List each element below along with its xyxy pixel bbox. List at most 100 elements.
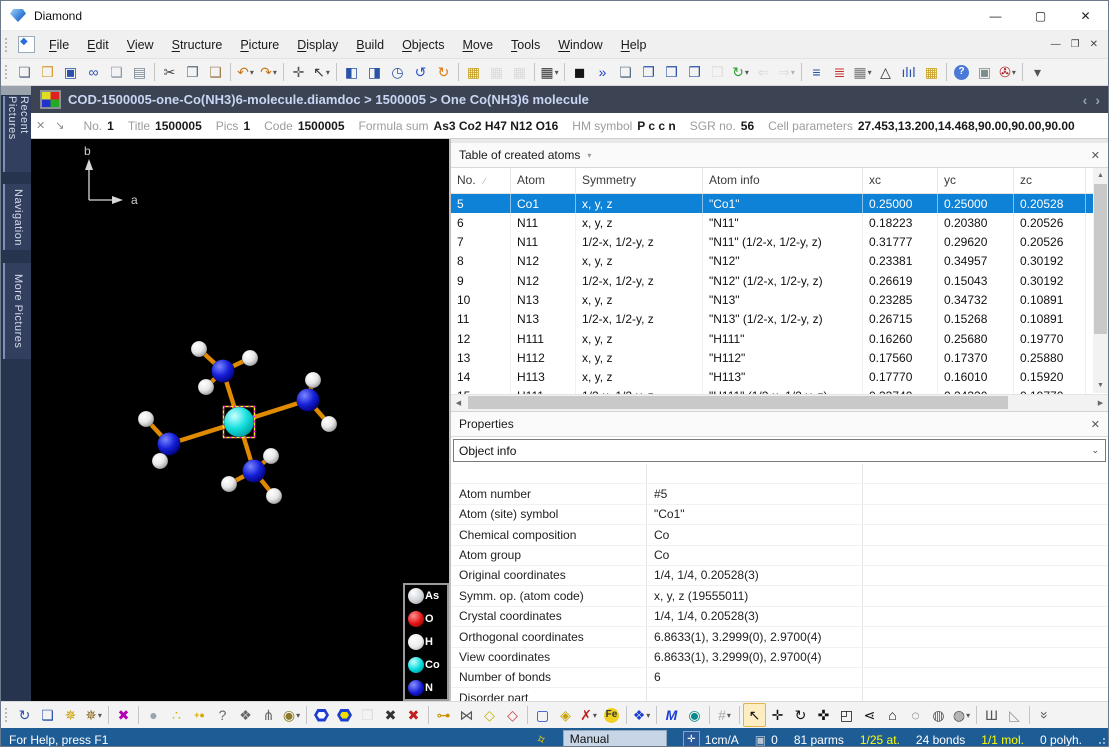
atom-H[interactable] (266, 488, 282, 504)
scroll-left-icon[interactable]: ◀ (451, 395, 466, 410)
atom-H[interactable] (138, 411, 154, 427)
menu-picture[interactable]: Picture (231, 32, 288, 58)
atom-N[interactable] (212, 360, 235, 383)
column-header-atom[interactable]: Atom (511, 168, 576, 193)
polyhedron-fill-button[interactable] (333, 703, 356, 727)
unit-cell-button[interactable]: ▢ (531, 703, 554, 727)
packing-button-dropdown-icon[interactable]: ▾ (646, 711, 650, 720)
add-all-atoms-button[interactable]: ∴ (165, 703, 188, 727)
close-info-icon[interactable]: ✕ (36, 119, 45, 132)
new-structure-table-button[interactable]: ▦ (462, 60, 485, 84)
spin-mode-button[interactable]: ◌ (904, 703, 927, 727)
video-record-button[interactable]: ✇▾ (996, 60, 1019, 84)
structure-viewport[interactable]: b a AsOHCoN (31, 139, 449, 701)
destroy-polyhedra-button[interactable]: ✖ (402, 703, 425, 727)
property-row[interactable]: Orthogonal coordinates6.8633(1), 3.2999(… (451, 627, 1108, 647)
pan-tool-button[interactable]: ✛ (287, 60, 310, 84)
snapshot-camera-button[interactable]: ▣ (973, 60, 996, 84)
rotate-mode-button[interactable]: ↻ (789, 703, 812, 727)
object-info-select[interactable]: Object info ⌄ (453, 439, 1106, 462)
create-edge-button[interactable]: ◇ (478, 703, 501, 727)
picture-history-button-dropdown-icon[interactable]: ▾ (745, 68, 749, 77)
menu-tools[interactable]: Tools (502, 32, 549, 58)
picture-stack-button[interactable]: ❒ (706, 60, 729, 84)
maximize-button[interactable]: ▢ (1018, 1, 1063, 30)
print-preview-button[interactable]: ❏ (105, 60, 128, 84)
update-view-button[interactable]: ↻ (432, 60, 455, 84)
grow-cluster-button[interactable]: ⋔ (257, 703, 280, 727)
coordination-button[interactable]: ⋈ (455, 703, 478, 727)
fill-sphere-button-dropdown-icon[interactable]: ▾ (296, 711, 300, 720)
table-horizontal-scrollbar[interactable]: ◀ ▶ (451, 394, 1108, 411)
distance-plot-button[interactable]: △ (874, 60, 897, 84)
destroy-all-button[interactable]: ✖ (112, 703, 135, 727)
save-button[interactable]: ▣ (59, 60, 82, 84)
menu-grip[interactable] (4, 37, 9, 53)
atom-H[interactable] (321, 416, 337, 432)
open-file-button[interactable]: ❒ (36, 60, 59, 84)
table-row[interactable]: 10N13x, y, z"N13"0.232850.347320.10891 (451, 290, 1093, 309)
atom-H[interactable] (152, 453, 168, 469)
next-picture-button[interactable]: ⇒▾ (775, 60, 798, 84)
atom-N[interactable] (158, 433, 181, 456)
copy-picture-button[interactable]: ❐ (637, 60, 660, 84)
new-document-button[interactable]: ❏ (13, 60, 36, 84)
paste-picture-button[interactable]: ❐ (683, 60, 706, 84)
update-picture-button[interactable]: ↻ (13, 703, 36, 727)
close-button[interactable]: ✕ (1063, 1, 1108, 30)
table-row[interactable]: 5Co1x, y, z"Co1"0.250000.250000.20528 (451, 194, 1093, 213)
menu-move[interactable]: Move (453, 32, 502, 58)
toolbar-grip[interactable] (4, 64, 9, 80)
child-minimize-button[interactable]: — (1051, 39, 1061, 50)
atom-N[interactable] (243, 460, 266, 483)
menu-build[interactable]: Build (347, 32, 393, 58)
video-record-button-dropdown-icon[interactable]: ▾ (1012, 68, 1016, 77)
restore-view-button[interactable]: ↺ (409, 60, 432, 84)
child-close-button[interactable]: ✕ (1090, 39, 1098, 50)
move-mode-button[interactable]: ✛ (766, 703, 789, 727)
cut-button[interactable]: ✂ (158, 60, 181, 84)
scroll-down-icon[interactable]: ▼ (1093, 378, 1108, 393)
complete-fragment-button[interactable]: ? (211, 703, 234, 727)
close-properties-pane-icon[interactable]: ✕ (1091, 418, 1100, 431)
structure-picture-button[interactable]: ◼ (568, 60, 591, 84)
destroy-bonds-button[interactable]: ✖ (379, 703, 402, 727)
powder-bars-button[interactable]: Ш (980, 703, 1003, 727)
fill-sphere-button[interactable]: ◉▾ (280, 703, 303, 727)
mode-selector[interactable]: Manual (563, 730, 667, 747)
duplicate-picture-button[interactable]: ❒ (660, 60, 683, 84)
menu-structure[interactable]: Structure (163, 32, 232, 58)
atom-H[interactable] (221, 476, 237, 492)
grid-toggle-button-dropdown-icon[interactable]: ▾ (727, 711, 731, 720)
property-row[interactable]: Disorder part (451, 688, 1108, 701)
pointer-tool-button-dropdown-icon[interactable]: ▾ (326, 68, 330, 77)
edit-picture-button[interactable]: ❏ (36, 703, 59, 727)
property-row[interactable]: Original coordinates1/4, 1/4, 0.20528(3) (451, 566, 1108, 586)
atom-Co[interactable] (224, 407, 254, 437)
atom-H[interactable] (242, 350, 258, 366)
remove-bonds-button[interactable]: ✗▾ (577, 703, 600, 727)
menu-view[interactable]: View (118, 32, 163, 58)
angle-measure-button[interactable]: ◺ (1003, 703, 1026, 727)
pointer-tool-button[interactable]: ↖▾ (310, 60, 333, 84)
properties-pane-button[interactable]: ◨ (363, 60, 386, 84)
atom-H[interactable] (191, 341, 207, 357)
vertical-scroll-thumb[interactable] (1094, 184, 1107, 334)
sidebar-tab-recent-pictures[interactable]: Recent Pictures (3, 96, 31, 172)
column-header-atominfo[interactable]: Atom info (703, 168, 863, 193)
table-row[interactable]: 13H112x, y, z"H112"0.175600.173700.25880 (451, 348, 1093, 367)
previous-picture-button[interactable]: ⇐ (752, 60, 775, 84)
menu-help[interactable]: Help (612, 32, 656, 58)
connect-atoms-button[interactable]: ❖ (234, 703, 257, 727)
atom-H[interactable] (198, 379, 214, 395)
close-table-pane-icon[interactable]: ✕ (1091, 149, 1100, 162)
nav-forward-icon[interactable]: › (1095, 92, 1100, 108)
table-row[interactable]: 8N12x, y, z"N12"0.233810.349570.30192 (451, 252, 1093, 271)
menu-edit[interactable]: Edit (78, 32, 118, 58)
picture-creator-button[interactable]: ✵▾ (82, 703, 105, 727)
toolbar-overflow-button[interactable]: » (1033, 703, 1056, 727)
measure-button[interactable]: M (660, 703, 683, 727)
pane-menu-icon[interactable]: ▾ (587, 151, 591, 160)
table-row[interactable]: 12H111x, y, z"H111"0.162600.256800.19770 (451, 329, 1093, 348)
atom-H[interactable] (305, 372, 321, 388)
